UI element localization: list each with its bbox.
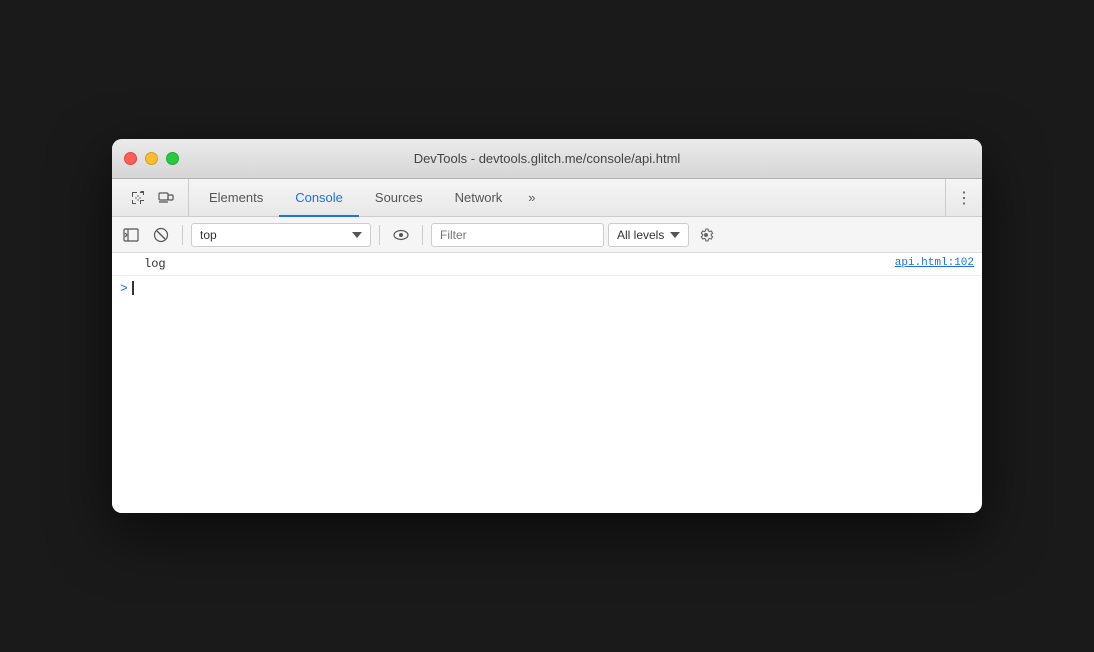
tabbar-left-icons (116, 179, 189, 216)
close-button[interactable] (124, 152, 137, 165)
toolbar-separator-2 (379, 225, 380, 245)
log-source-link[interactable]: api.html:102 (895, 257, 974, 269)
tab-elements[interactable]: Elements (193, 179, 279, 217)
tab-network[interactable]: Network (439, 179, 519, 217)
toolbar-separator-1 (182, 225, 183, 245)
console-content: log api.html:102 > (112, 253, 982, 513)
log-text: log (144, 257, 166, 271)
filter-input[interactable] (431, 223, 604, 247)
inspect-element-button[interactable] (126, 186, 150, 210)
context-selector[interactable]: top (191, 223, 371, 247)
more-tabs-button[interactable]: » (518, 179, 545, 216)
tab-console[interactable]: Console (279, 179, 359, 217)
minimize-button[interactable] (145, 152, 158, 165)
eye-button[interactable] (388, 222, 414, 248)
console-toolbar: top All levels (112, 217, 982, 253)
titlebar: DevTools - devtools.glitch.me/console/ap… (112, 139, 982, 179)
log-entry-row: log api.html:102 (112, 253, 982, 276)
devtools-menu-button[interactable]: ⋮ (945, 179, 982, 216)
clear-console-button[interactable] (148, 222, 174, 248)
tab-sources[interactable]: Sources (359, 179, 439, 217)
devtools-window: DevTools - devtools.glitch.me/console/ap… (112, 139, 982, 513)
tabbar-spacer (546, 179, 945, 216)
sidebar-toggle-button[interactable] (118, 222, 144, 248)
console-cursor (132, 281, 134, 295)
traffic-lights (124, 152, 179, 165)
device-toolbar-button[interactable] (154, 186, 178, 210)
tabbar: Elements Console Sources Network » ⋮ (112, 179, 982, 217)
settings-button[interactable] (693, 222, 719, 248)
maximize-button[interactable] (166, 152, 179, 165)
levels-selector[interactable]: All levels (608, 223, 689, 247)
window-title: DevTools - devtools.glitch.me/console/ap… (414, 151, 681, 166)
console-prompt-icon: > (120, 281, 128, 296)
toolbar-separator-3 (422, 225, 423, 245)
console-input-row[interactable]: > (112, 276, 982, 300)
